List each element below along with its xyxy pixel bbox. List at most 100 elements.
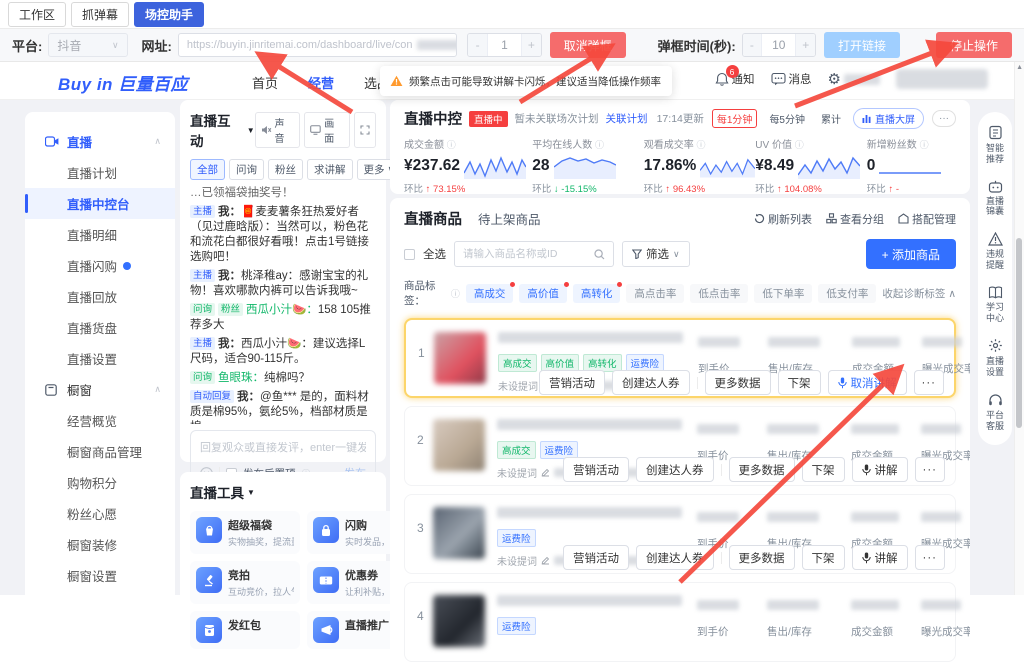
scrollbar-thumb[interactable]: [1016, 238, 1022, 428]
buyin-logo[interactable]: Buy in 巨量百应: [58, 70, 188, 95]
sidebar-item-showcase-settings[interactable]: 橱窗设置: [25, 560, 175, 591]
tag-high-conversion[interactable]: 高转化: [573, 284, 621, 303]
open-link-button[interactable]: 打开链接: [824, 32, 900, 58]
tab-pending-products[interactable]: 待上架商品: [478, 209, 541, 228]
sidebar-section-live[interactable]: 直播 ∧: [25, 126, 175, 157]
sidebar-item-replay[interactable]: 直播回放: [25, 281, 175, 312]
tab-danmu-capture[interactable]: 抓弹幕: [71, 2, 129, 27]
row-more-button[interactable]: ···: [914, 370, 945, 395]
select-all-checkbox[interactable]: [404, 249, 415, 260]
explain-button[interactable]: 讲解: [852, 457, 908, 482]
tag-low-order[interactable]: 低下单率: [754, 284, 812, 303]
row-more-button[interactable]: ···: [915, 545, 946, 570]
popup-count-value[interactable]: 1: [487, 34, 522, 56]
sidebar-item-operate-overview[interactable]: 经营概览: [25, 405, 175, 436]
sidebar-section-video[interactable]: 视频 ∧: [25, 591, 175, 595]
marketing-activity-button[interactable]: 营销活动: [563, 457, 629, 482]
create-coupon-button[interactable]: 创建达人券: [636, 545, 714, 570]
chat-tab-all[interactable]: 全部: [190, 159, 225, 180]
sidebar-section-showcase[interactable]: 橱窗 ∧: [25, 374, 175, 405]
sidebar-item-goods-pool[interactable]: 直播货盘: [25, 312, 175, 343]
chat-tab-inquiry[interactable]: 问询: [229, 159, 264, 180]
nav-home[interactable]: 首页: [252, 73, 278, 92]
rail-platform-support[interactable]: 平台客服: [984, 393, 1006, 432]
explain-button[interactable]: 讲解: [852, 545, 908, 570]
chat-message-list[interactable]: …已领福袋抽奖号！ 主播我：🧧麦麦薯条狂热爱好者（见过鹿晗版）：当然可以，粉色花…: [190, 186, 376, 424]
product-row[interactable]: 4 运费险 到手价 售出/库存 成交金额 曝光成交率 ∨: [404, 582, 956, 662]
expand-button[interactable]: [354, 112, 376, 148]
search-icon[interactable]: [594, 249, 605, 260]
tag-low-pay[interactable]: 低支付率: [818, 284, 876, 303]
scroll-up-arrow[interactable]: ▲: [1016, 64, 1023, 71]
stepper-plus-button[interactable]: +: [796, 34, 815, 56]
tools-title[interactable]: 直播工具: [190, 482, 244, 502]
cancel-explain-button[interactable]: 取消讲解: [828, 370, 907, 395]
edit-icon[interactable]: [541, 468, 550, 477]
refresh-list-button[interactable]: 刷新列表: [754, 211, 812, 227]
product-row[interactable]: 2 高成交 运费险 未设提词 到手价 售出/库存 成交金额 曝光成交率 ∨: [404, 406, 956, 486]
page-scrollbar[interactable]: ▲: [1014, 62, 1024, 595]
chat-tab-ask-explain[interactable]: 求讲解: [307, 159, 353, 180]
interval-1min-tab[interactable]: 每1分钟: [712, 109, 758, 128]
sidebar-item-live-settings[interactable]: 直播设置: [25, 343, 175, 374]
sound-toggle-button[interactable]: 声音: [255, 112, 301, 148]
sidebar-item-live-detail[interactable]: 直播明细: [25, 219, 175, 250]
more-options-button[interactable]: ···: [932, 110, 956, 127]
interaction-title[interactable]: 直播互动: [190, 110, 244, 150]
view-groups-button[interactable]: 查看分组: [826, 211, 884, 227]
stat-rate[interactable]: 曝光成交率 ∨: [921, 597, 970, 639]
create-coupon-button[interactable]: 创建达人券: [612, 370, 690, 395]
take-down-button[interactable]: 下架: [802, 545, 845, 570]
more-data-button[interactable]: 更多数据: [729, 457, 795, 482]
marketing-activity-button[interactable]: 营销活动: [539, 370, 605, 395]
row-more-button[interactable]: ···: [915, 457, 946, 482]
popup-time-stepper[interactable]: - 10 +: [742, 33, 816, 57]
sidebar-item-live-console[interactable]: 直播中控台: [25, 188, 175, 219]
product-row[interactable]: 3 运费险 未设提词 到手价 售出/库存 成交金额 曝光成交率 ∨: [404, 494, 956, 574]
big-screen-button[interactable]: 直播大屏: [853, 108, 924, 129]
more-data-button[interactable]: 更多数据: [729, 545, 795, 570]
rail-learning-center[interactable]: 学习中心: [984, 286, 1006, 324]
take-down-button[interactable]: 下架: [778, 370, 821, 395]
rail-live-tips[interactable]: 直播锦囊: [984, 180, 1006, 218]
take-down-button[interactable]: 下架: [802, 457, 845, 482]
platform-select[interactable]: 抖音 ∨: [48, 33, 127, 57]
interval-total-tab[interactable]: 累计: [817, 110, 845, 127]
stop-action-button[interactable]: 停止操作: [936, 32, 1012, 58]
chat-tab-fans[interactable]: 粉丝: [268, 159, 303, 180]
screen-toggle-button[interactable]: 画面: [304, 112, 350, 148]
account-avatar[interactable]: [896, 69, 988, 89]
tab-live-products[interactable]: 直播商品: [404, 208, 462, 229]
product-row[interactable]: 1 高成交 高价值 高转化 运费险 未设提词 到手价 售出: [404, 318, 956, 398]
rail-smart-recommend[interactable]: 智能推荐: [984, 125, 1006, 165]
sidebar-item-flash-sale[interactable]: 直播闪购: [25, 250, 175, 281]
popup-count-stepper[interactable]: - 1 +: [467, 33, 541, 57]
chat-input[interactable]: [200, 442, 366, 454]
nav-operate[interactable]: 经营: [308, 73, 334, 92]
tab-workspace[interactable]: 工作区: [8, 2, 66, 27]
messages[interactable]: 消息: [771, 71, 812, 87]
sidebar-item-live-plan[interactable]: 直播计划: [25, 157, 175, 188]
filter-button[interactable]: 筛选 ∨: [622, 241, 690, 267]
sidebar-item-showcase-decorate[interactable]: 橱窗装修: [25, 529, 175, 560]
stepper-minus-button[interactable]: -: [468, 34, 487, 56]
sidebar-item-showcase-goods[interactable]: 橱窗商品管理: [25, 436, 175, 467]
tab-scene-assistant[interactable]: 场控助手: [134, 2, 204, 27]
collapse-diagnostic-tags[interactable]: 收起诊断标签 ∧: [882, 286, 956, 301]
tool-auction[interactable]: 竞拍互动竞价，拉人气: [190, 561, 300, 604]
create-coupon-button[interactable]: 创建达人券: [636, 457, 714, 482]
url-input[interactable]: https://buyin.jinritemai.com/dashboard/l…: [178, 33, 457, 57]
rail-violation-alert[interactable]: 违规提醒: [984, 232, 1006, 271]
interval-5min-tab[interactable]: 每5分钟: [765, 110, 809, 127]
tool-lucky-bag[interactable]: 超级福袋实物抽奖，提流量: [190, 511, 300, 554]
stepper-plus-button[interactable]: +: [522, 34, 541, 56]
stepper-minus-button[interactable]: -: [743, 34, 762, 56]
rail-live-settings[interactable]: 直播设置: [984, 338, 1006, 378]
more-data-button[interactable]: 更多数据: [705, 370, 771, 395]
sidebar-item-shopping-points[interactable]: 购物积分: [25, 467, 175, 498]
tag-high-value[interactable]: 高价值: [519, 284, 567, 303]
tool-red-packet[interactable]: 发红包: [190, 611, 300, 649]
sidebar-item-fan-wish[interactable]: 粉丝心愿: [25, 498, 175, 529]
link-plan-link[interactable]: 关联计划: [606, 111, 648, 126]
add-product-button[interactable]: + 添加商品: [866, 239, 956, 269]
